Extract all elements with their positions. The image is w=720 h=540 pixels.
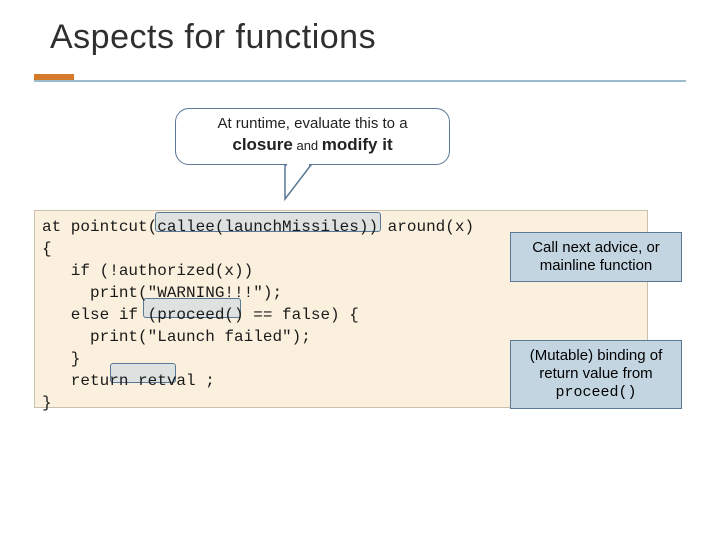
slide: Aspects for functions At runtime, evalua… [0,0,720,540]
code-l3: if (!authorized(x)) [42,262,253,280]
code-text: at pointcut(callee(launchMissiles)) arou… [42,216,474,414]
speech-line-1: At runtime, evaluate this to a [217,115,407,132]
annotation-1-text: Call next advice, or mainline function [532,239,660,274]
page-title: Aspects for functions [50,18,376,57]
code-l4: print("WARNING!!!"); [42,284,282,302]
annotation-2-text-a: (Mutable) binding of return value from [530,347,663,382]
code-l6: print("Launch failed"); [42,328,311,346]
annotation-next-advice: Call next advice, or mainline function [510,232,682,282]
speech-closure: closure [232,135,292,154]
speech-modify: modify it [322,135,393,154]
horizontal-rule [34,80,686,82]
code-l5c: == false) { [244,306,359,324]
code-l8c: ; [196,372,215,390]
code-l1a: at pointcut( [42,218,157,236]
speech-bubble-body: At runtime, evaluate this to a closure a… [175,108,450,165]
code-l2: { [42,240,52,258]
code-l5b: proceed() [157,306,243,324]
code-l1b: callee(launchMissiles) [157,218,368,236]
title-rule [34,74,686,84]
code-l7: } [42,350,80,368]
annotation-2-text-b: proceed() [555,384,636,401]
code-l8b: retval [138,372,196,390]
speech-bubble: At runtime, evaluate this to a closure a… [175,108,450,165]
code-l1c: ) around(x) [368,218,474,236]
code-l8a: return [42,372,138,390]
code-l9: } [42,394,52,412]
speech-and: and [293,138,322,153]
annotation-retval: (Mutable) binding of return value from p… [510,340,682,409]
code-l5a: else if ( [42,306,157,324]
